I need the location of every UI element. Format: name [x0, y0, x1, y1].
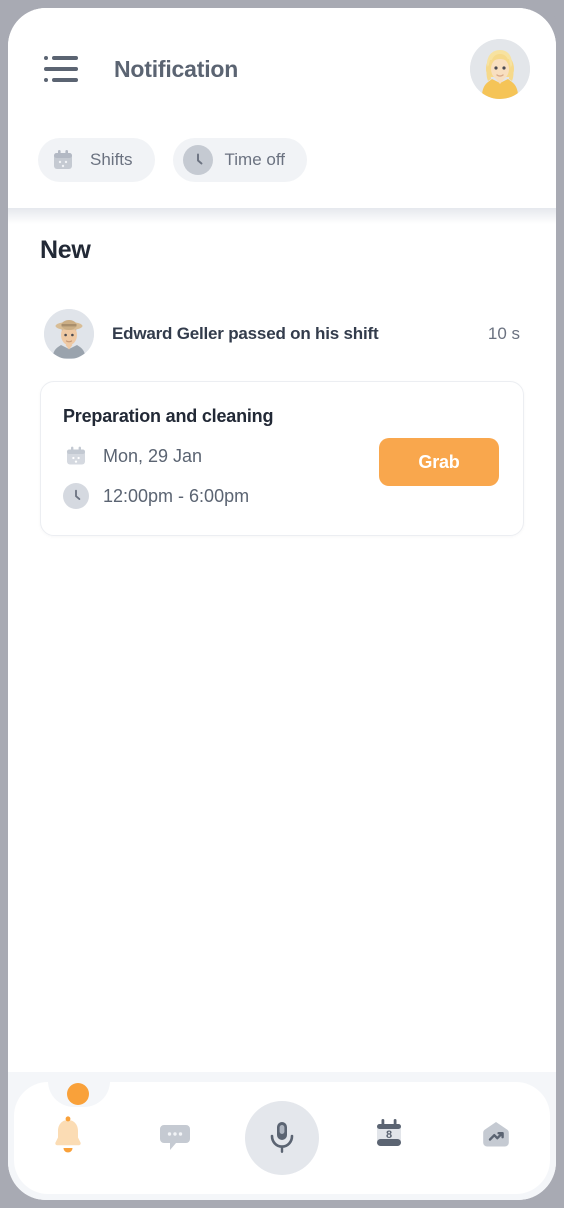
- filter-chip-shifts-label: Shifts: [90, 150, 133, 169]
- menu-bar-bottom: [44, 78, 78, 82]
- hamburger-menu-icon[interactable]: [44, 56, 78, 82]
- page-title: Notification: [114, 55, 239, 82]
- menu-bar-middle: [44, 67, 78, 71]
- microphone-icon: [270, 1122, 294, 1153]
- filter-chip-shifts[interactable]: Shifts: [38, 138, 155, 182]
- notification-badge-dot: [67, 1083, 89, 1105]
- shift-time-row: 12:00pm - 6:00pm: [63, 483, 499, 509]
- calendar-badge-number: 8: [386, 1129, 392, 1141]
- nav-item-chat[interactable]: [121, 1082, 228, 1194]
- section-header-new: New: [40, 236, 91, 264]
- sender-avatar: [44, 309, 94, 359]
- calendar-icon: [63, 443, 89, 469]
- nav-item-stats[interactable]: [443, 1082, 550, 1194]
- nav-item-calendar[interactable]: 8: [336, 1082, 443, 1194]
- shift-date: Mon, 29 Jan: [103, 445, 203, 466]
- phone-screen: Notification Shifts Time off New Edward …: [8, 8, 556, 1200]
- nav-item-microphone[interactable]: [228, 1082, 335, 1194]
- calendar-icon: [48, 145, 78, 175]
- list-item[interactable]: Edward Geller passed on his shift 10 s P…: [40, 309, 524, 536]
- avatar[interactable]: [470, 39, 530, 99]
- trending-up-icon: [477, 1118, 515, 1159]
- filter-chip-timeoff[interactable]: Time off: [172, 138, 307, 182]
- notification-row: Edward Geller passed on his shift 10 s: [40, 309, 524, 359]
- notification-list: New Edward Geller passed on his shift 10…: [8, 208, 556, 1158]
- clock-icon: [182, 145, 213, 175]
- chat-bubble-icon: [156, 1117, 194, 1160]
- microphone-button[interactable]: [245, 1101, 319, 1175]
- shift-time: 12:00pm - 6:00pm: [103, 485, 250, 506]
- bottom-nav-container: 8: [14, 1081, 550, 1194]
- calendar-icon: 8: [370, 1116, 408, 1161]
- notification-message: Edward Geller passed on his shift: [112, 324, 379, 343]
- filter-chips-bar: Shifts Time off: [8, 130, 556, 224]
- grab-button[interactable]: Grab: [379, 438, 499, 486]
- notification-timestamp: 10 s: [487, 324, 520, 343]
- phone-frame: Notification Shifts Time off New Edward …: [0, 0, 564, 1208]
- avatar-illustration: [470, 39, 530, 99]
- menu-bar-top: [44, 56, 78, 60]
- shift-card-title: Preparation and cleaning: [63, 406, 274, 426]
- bell-icon: [48, 1115, 88, 1162]
- bottom-nav-bar: 8: [8, 1072, 556, 1200]
- sender-avatar-illustration: [44, 309, 94, 359]
- clock-icon: [63, 483, 89, 509]
- filter-chip-timeoff-label: Time off: [224, 150, 285, 169]
- shift-card[interactable]: Preparation and cleaning Mon, 29 Jan 12:…: [40, 381, 524, 536]
- app-header: Notification: [8, 8, 556, 130]
